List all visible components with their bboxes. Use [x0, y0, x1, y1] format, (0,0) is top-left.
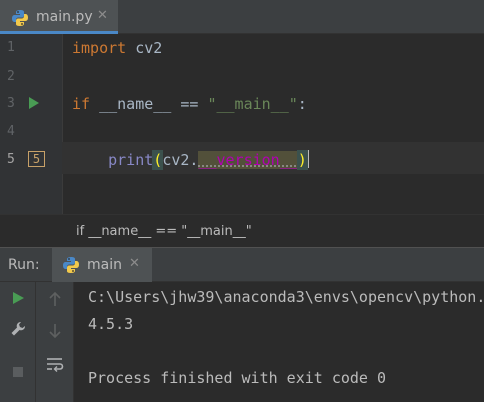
- editor-tab-bar: main.py ✕: [0, 0, 484, 34]
- line-number: 3: [7, 96, 15, 111]
- code-text: __name__ ==: [90, 95, 208, 113]
- builtin-function: print: [108, 151, 154, 169]
- string-literal: "__main__": [207, 95, 298, 113]
- play-icon: [13, 292, 24, 304]
- console-line: 4.5.3: [88, 315, 134, 333]
- wrench-icon: [11, 321, 26, 336]
- arrow-up-icon: [49, 291, 61, 306]
- code-text: :: [297, 95, 307, 113]
- gutter-separator: [62, 34, 63, 214]
- line-number-gutter: 1 2 3 4 5 5: [0, 34, 62, 214]
- run-panel-header: Run: main ✕: [0, 247, 484, 283]
- breadcrumb-item[interactable]: if __name__ == "__main__": [76, 224, 252, 239]
- line-number: 4: [7, 124, 15, 139]
- scroll-down-button[interactable]: [43, 319, 67, 343]
- console-line: Process finished with exit code 0: [88, 369, 387, 387]
- matched-paren-close: ): [296, 150, 308, 170]
- line-number: 2: [7, 69, 15, 84]
- stop-button[interactable]: [6, 360, 30, 384]
- gutter-line-3: 3: [0, 90, 62, 117]
- rerun-button[interactable]: [6, 286, 30, 310]
- code-line-1: import cv2: [72, 39, 162, 57]
- python-file-icon: [11, 9, 29, 27]
- breadcrumb[interactable]: if __name__ == "__main__": [0, 214, 484, 247]
- close-icon[interactable]: ✕: [129, 256, 140, 271]
- run-toolbar-right: [36, 282, 74, 402]
- line-number: 1: [7, 40, 15, 55]
- run-gutter-icon[interactable]: [29, 97, 39, 109]
- scroll-up-button[interactable]: [43, 287, 67, 311]
- gutter-line-4: 4: [0, 118, 62, 145]
- run-tab-label: main: [87, 257, 122, 273]
- editor-tab-main-py[interactable]: main.py ✕: [0, 0, 118, 34]
- keyword: import: [72, 39, 127, 57]
- close-icon[interactable]: ✕: [97, 8, 108, 23]
- run-panel-title: Run:: [8, 257, 40, 273]
- modify-run-config-button[interactable]: [6, 317, 30, 341]
- console-output[interactable]: C:\Users\jhw39\anaconda3\envs\opencv\pyt…: [74, 282, 484, 402]
- code-text: cv2: [126, 39, 163, 57]
- console-line: C:\Users\jhw39\anaconda3\envs\opencv\pyt…: [88, 288, 484, 306]
- text-caret: [306, 150, 309, 168]
- run-panel: C:\Users\jhw39\anaconda3\envs\opencv\pyt…: [0, 282, 484, 402]
- code-line-5: print(cv2.__version__): [72, 150, 309, 170]
- gutter-line-2: 2: [0, 63, 62, 90]
- editor-tab-label: main.py: [36, 9, 93, 25]
- stop-icon: [13, 367, 23, 377]
- matched-paren-open: (: [152, 150, 164, 170]
- keyword: if: [72, 95, 91, 113]
- code-editor[interactable]: 1 2 3 4 5 5 import cv2 if __name__ == "_…: [0, 34, 484, 214]
- run-tab-main[interactable]: main ✕: [52, 248, 152, 283]
- python-file-icon: [62, 256, 80, 274]
- dunder-attribute: __version__: [198, 151, 298, 169]
- bookmark-icon[interactable]: 5: [28, 151, 45, 167]
- gutter-line-5: 5 5: [0, 146, 62, 173]
- run-toolbar-left: [0, 282, 36, 402]
- code-text: cv2.: [162, 151, 199, 169]
- soft-wrap-button[interactable]: [43, 352, 67, 376]
- soft-wrap-icon: [47, 358, 64, 372]
- line-number: 5: [7, 152, 15, 167]
- gutter-line-1: 1: [0, 34, 62, 61]
- code-line-3: if __name__ == "__main__":: [72, 95, 307, 113]
- arrow-down-icon: [49, 324, 61, 339]
